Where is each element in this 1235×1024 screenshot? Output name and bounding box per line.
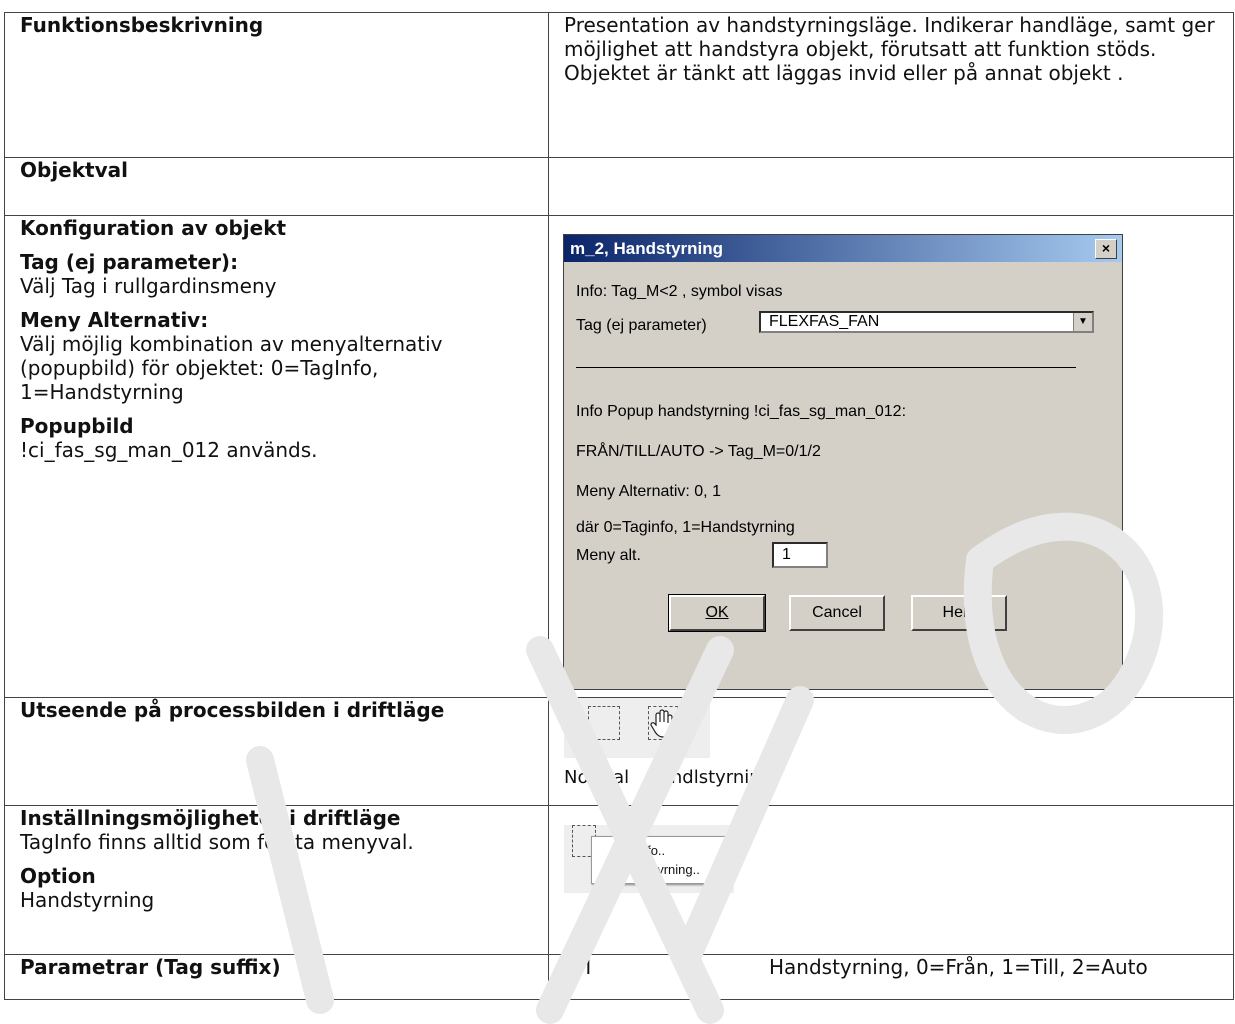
tag-label: Tag (ej parameter) — [576, 317, 707, 334]
label-configuration: Konfiguration av objekt — [20, 216, 287, 240]
close-icon[interactable]: × — [1095, 239, 1117, 259]
menu-alt-label: Meny alt. — [576, 547, 641, 564]
ok-button[interactable]: OK — [668, 594, 766, 632]
settings-text-cell: Inställningsmöjligheter i driftläge TagI… — [4, 805, 549, 955]
popup-info: Info Popup handstyrning !ci_fas_sg_man_0… — [576, 403, 907, 420]
hand-icon — [650, 709, 673, 738]
where-info: där 0=Taginfo, 1=Handstyrning — [576, 519, 795, 536]
tag-text: Välj Tag i rullgardinsmeny — [20, 274, 277, 298]
parameter-description: Handstyrning, 0=Från, 1=Till, 2=Auto — [769, 955, 1148, 979]
settings-image-cell: Taginfo.. Handstyrning.. — [548, 805, 1234, 955]
handstyrning-dialog: m_2, Handstyrning × Info: Tag_M<2 , symb… — [563, 234, 1123, 690]
label-object-selection: Objektval — [4, 157, 549, 216]
tag-heading: Tag (ej parameter): — [20, 250, 239, 274]
dialog-title: m_2, Handstyrning — [570, 239, 724, 258]
popup-text: !ci_fas_sg_man_012 används. — [20, 438, 318, 462]
label-appearance: Utseende på processbilden i driftläge — [4, 697, 549, 806]
separator — [576, 367, 1076, 368]
menu-item-handstyrning[interactable]: Handstyrning.. — [616, 860, 730, 879]
help-label: Help — [942, 604, 976, 621]
appearance-symbols — [564, 698, 1218, 758]
label-functional-description: Funktionsbeskrivning — [4, 12, 549, 158]
caption-hand: Handlstyrning — [646, 767, 773, 788]
row-configuration: Konfiguration av objekt Tag (ej paramete… — [4, 215, 1234, 698]
parameter-suffix: _M — [564, 955, 592, 979]
normal-symbol — [588, 706, 620, 740]
cancel-label: Cancel — [812, 604, 862, 621]
popup-heading: Popupbild — [20, 414, 134, 438]
info-line: Info: Tag_M<2 , symbol visas — [576, 283, 783, 300]
option-text: Handstyrning — [20, 888, 155, 912]
parameters-cell: _M Handstyrning, 0=Från, 1=Till, 2=Auto — [548, 954, 1234, 1000]
appearance-cell: Normal Handlstyrning — [548, 697, 1234, 806]
functional-description-text: Presentation av handstyrningsläge. Indik… — [548, 12, 1234, 158]
menu-item-taginfo[interactable]: Taginfo.. — [616, 841, 730, 860]
menu-info: Meny Alternativ: 0, 1 — [576, 483, 721, 500]
row-appearance: Utseende på processbilden i driftläge No… — [4, 697, 1234, 806]
tag-select[interactable]: FLEXFAS_FAN ▼ — [759, 311, 1094, 333]
chevron-down-icon[interactable]: ▼ — [1073, 313, 1092, 331]
symbol-strip — [564, 698, 710, 758]
menu-alt-input[interactable]: 1 — [772, 542, 828, 568]
specification-table: Funktionsbeskrivning Presentation av han… — [4, 12, 1234, 1000]
option-heading: Option — [20, 864, 96, 888]
mode-info: FRÅN/TILL/AUTO -> Tag_M=0/1/2 — [576, 443, 821, 460]
caption-normal: Normal — [564, 767, 630, 788]
hand-symbol — [648, 706, 678, 740]
menu-heading: Meny Alternativ: — [20, 308, 209, 332]
object-selection-value — [548, 157, 1234, 216]
context-menu: Taginfo.. Handstyrning.. — [591, 836, 731, 884]
tag-select-value: FLEXFAS_FAN — [769, 313, 880, 330]
cancel-button[interactable]: Cancel — [789, 595, 885, 631]
row-object-selection: Objektval — [4, 157, 1234, 216]
label-settings: Inställningsmöjligheter i driftläge — [20, 806, 401, 830]
menu-text: Välj möjlig kombination av menyalternati… — [20, 332, 443, 404]
row-functional-description: Funktionsbeskrivning Presentation av han… — [4, 12, 1234, 158]
configuration-dialog-cell: m_2, Handstyrning × Info: Tag_M<2 , symb… — [548, 215, 1234, 698]
dialog-titlebar: m_2, Handstyrning × — [564, 235, 1122, 262]
context-menu-example: Taginfo.. Handstyrning.. — [564, 825, 734, 893]
settings-text: TagInfo finns alltid som första menyval. — [20, 830, 414, 854]
ok-label: OK — [705, 604, 729, 621]
row-settings: Inställningsmöjligheter i driftläge TagI… — [4, 805, 1234, 955]
row-parameters: Parametrar (Tag suffix) _M Handstyrning, … — [4, 954, 1234, 1000]
appearance-captions: Normal Handlstyrning — [564, 766, 1218, 790]
configuration-text-cell: Konfiguration av objekt Tag (ej paramete… — [4, 215, 549, 698]
help-button[interactable]: Help — [911, 595, 1007, 631]
label-parameters: Parametrar (Tag suffix) — [4, 954, 549, 1000]
